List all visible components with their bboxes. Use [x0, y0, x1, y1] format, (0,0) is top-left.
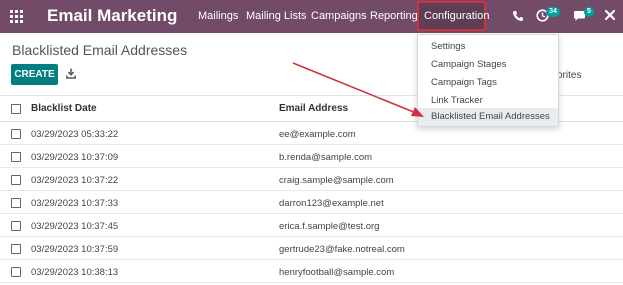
cell-blacklist-date: 03/29/2023 10:37:09: [31, 152, 119, 163]
apps-grid-icon[interactable]: [10, 10, 23, 23]
phone-icon[interactable]: [512, 10, 524, 22]
cell-email-address: ee@example.com: [279, 129, 356, 140]
activity-count-badge: 34: [546, 7, 560, 17]
cell-blacklist-date: 03/29/2023 10:38:13: [31, 267, 119, 278]
menu-reporting[interactable]: Reporting: [370, 10, 418, 22]
cell-email-address: erica.f.sample@test.org: [279, 221, 380, 232]
cell-email-address: henryfootball@sample.com: [279, 267, 395, 278]
cell-email-address: b.renda@sample.com: [279, 152, 373, 163]
cell-blacklist-date: 03/29/2023 05:33:22: [31, 129, 119, 140]
dropdown-item-settings[interactable]: Settings: [418, 38, 558, 56]
table-row[interactable]: 03/29/2023 10:37:33 darron123@example.ne…: [0, 192, 623, 214]
page-title: Blacklisted Email Addresses: [12, 42, 188, 58]
cell-email-address: craig.sample@sample.com: [279, 175, 394, 186]
table-row[interactable]: 03/29/2023 10:37:59 gertrude23@fake.notr…: [0, 238, 623, 260]
table-row[interactable]: 03/29/2023 10:38:13 henryfootball@sample…: [0, 261, 623, 283]
cell-blacklist-date: 03/29/2023 10:37:33: [31, 198, 119, 209]
menu-configuration[interactable]: Configuration: [424, 10, 489, 22]
dropdown-item-blacklisted-email-addresses[interactable]: Blacklisted Email Addresses: [418, 108, 558, 126]
row-checkbox[interactable]: [11, 129, 21, 139]
table-row[interactable]: 03/29/2023 10:37:09 b.renda@sample.com: [0, 146, 623, 168]
close-icon[interactable]: [604, 9, 616, 21]
menu-mailings[interactable]: Mailings: [198, 10, 238, 22]
select-all-checkbox[interactable]: [11, 104, 21, 114]
configuration-dropdown-menu: Settings Campaign Stages Campaign Tags L…: [417, 34, 559, 127]
top-navbar: Email Marketing Mailings Mailing Lists C…: [0, 0, 623, 33]
row-checkbox[interactable]: [11, 198, 21, 208]
create-button[interactable]: CREATE: [11, 64, 58, 85]
app-title[interactable]: Email Marketing: [47, 6, 177, 26]
column-email-address[interactable]: Email Address: [279, 103, 348, 114]
row-checkbox[interactable]: [11, 244, 21, 254]
cell-blacklist-date: 03/29/2023 10:37:45: [31, 221, 119, 232]
column-blacklist-date[interactable]: Blacklist Date: [31, 103, 97, 114]
dropdown-item-campaign-stages[interactable]: Campaign Stages: [418, 56, 558, 74]
table-row[interactable]: 03/29/2023 10:37:22 craig.sample@sample.…: [0, 169, 623, 191]
menu-mailing-lists[interactable]: Mailing Lists: [246, 10, 307, 22]
cell-blacklist-date: 03/29/2023 10:37:59: [31, 244, 119, 255]
download-icon[interactable]: [66, 68, 76, 79]
cell-email-address: darron123@example.net: [279, 198, 384, 209]
menu-campaigns[interactable]: Campaigns: [311, 10, 367, 22]
row-checkbox[interactable]: [11, 267, 21, 277]
table-row[interactable]: 03/29/2023 10:37:45 erica.f.sample@test.…: [0, 215, 623, 237]
row-checkbox[interactable]: [11, 221, 21, 231]
message-count-badge: 5: [584, 7, 594, 17]
row-checkbox[interactable]: [11, 152, 21, 162]
row-checkbox[interactable]: [11, 175, 21, 185]
cell-email-address: gertrude23@fake.notreal.com: [279, 244, 405, 255]
cell-blacklist-date: 03/29/2023 10:37:22: [31, 175, 119, 186]
dropdown-item-campaign-tags[interactable]: Campaign Tags: [418, 74, 558, 92]
